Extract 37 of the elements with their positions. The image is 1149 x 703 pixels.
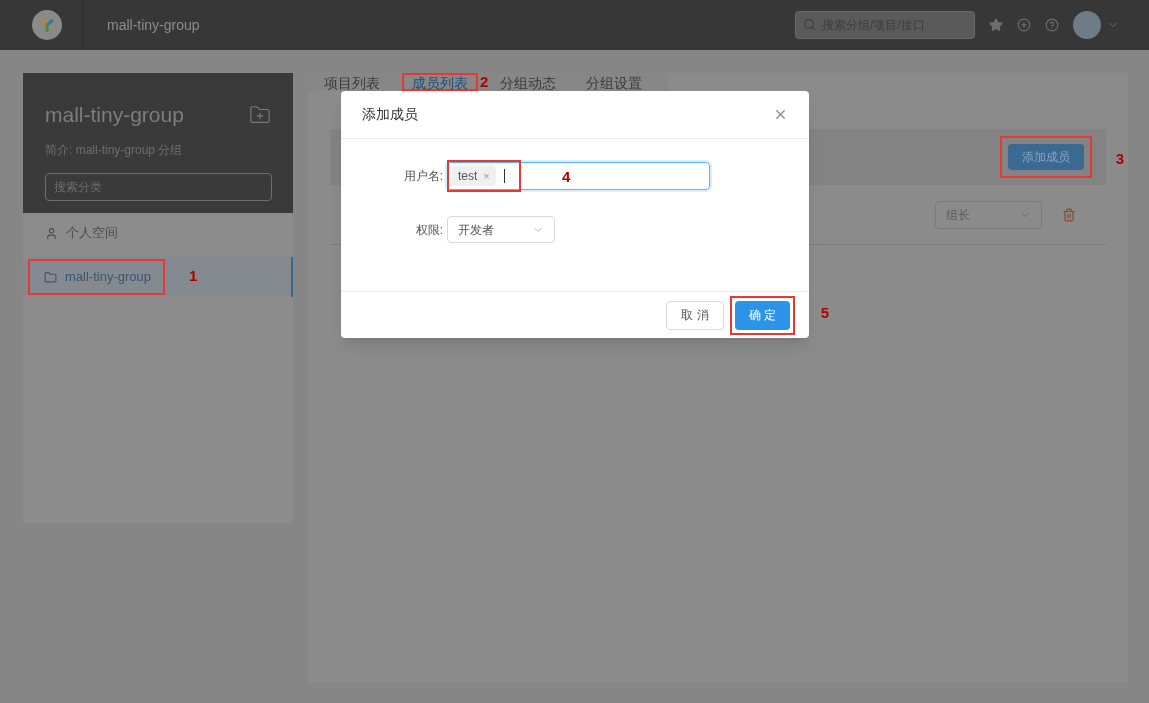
help-icon[interactable]: [1045, 18, 1059, 32]
sidebar-item[interactable]: mall-tiny-group 1: [23, 257, 293, 297]
new-folder-icon[interactable]: [249, 103, 271, 126]
annotation-number: 3: [1115, 149, 1124, 169]
close-icon[interactable]: [773, 107, 788, 122]
add-icon[interactable]: [1017, 18, 1031, 32]
text-cursor: [503, 169, 505, 183]
annotation-number: 1: [189, 266, 198, 286]
annotation-number: 5: [820, 303, 829, 323]
delete-icon[interactable]: [1062, 207, 1076, 222]
field-label: 用户名:: [402, 168, 444, 185]
confirm-button[interactable]: 确 定: [734, 300, 790, 330]
sidebar-item[interactable]: 个人空间: [23, 213, 293, 253]
folder-icon: [44, 270, 57, 284]
cancel-button[interactable]: 取 消: [666, 300, 724, 330]
user-icon: [45, 226, 58, 240]
add-member-button[interactable]: 添加成员: [1008, 144, 1084, 170]
star-icon[interactable]: [989, 18, 1003, 32]
avatar[interactable]: [1073, 11, 1101, 39]
item-label: 个人空间: [66, 224, 118, 243]
tab[interactable]: 项目列表: [316, 73, 388, 91]
group-title: mall-tiny-group: [45, 102, 184, 128]
header-title: mall-tiny-group: [107, 15, 200, 35]
dialog-title: 添加成员: [362, 105, 418, 124]
tab[interactable]: 分组设置: [578, 73, 650, 91]
annotation-number: 2: [480, 72, 489, 92]
field-label: 权限:: [414, 221, 444, 239]
annotation-number: 4: [562, 167, 571, 187]
tab[interactable]: 分组动态: [492, 73, 564, 91]
tag-label: test: [458, 168, 478, 185]
username-field[interactable]: test × 4: [447, 162, 710, 190]
tab[interactable]: 成员列表: [402, 73, 478, 91]
item-label: mall-tiny-group: [65, 268, 151, 287]
logo-icon[interactable]: [32, 10, 62, 40]
search-icon: [803, 18, 816, 31]
permission-select[interactable]: 开发者: [447, 216, 555, 243]
remove-tag[interactable]: ×: [483, 167, 490, 185]
